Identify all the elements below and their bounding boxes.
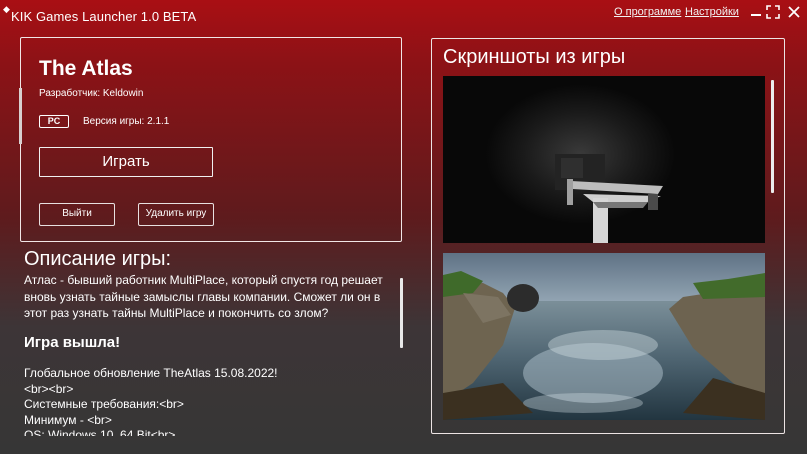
river-canyon-image (443, 253, 765, 420)
changelog: Глобальное обновление TheAtlas 15.08.202… (24, 366, 394, 436)
screenshots-heading: Скриншоты из игры (443, 46, 626, 68)
red-diamond-icon: ◆ (3, 4, 10, 14)
about-link[interactable]: О программе (614, 6, 681, 18)
dark-room-screenshot[interactable] (443, 76, 765, 243)
changelog-line: OS: Windows 10, 64 Bit<br> (24, 428, 176, 436)
changelog-line: Минимум - <br> (24, 412, 112, 427)
close-button[interactable] (786, 4, 802, 20)
card-accent-bar (19, 88, 22, 144)
play-button[interactable]: Играть (39, 147, 213, 177)
river-canyon-screenshot[interactable] (443, 253, 765, 420)
developer-label: Разработчик: Keldowin (39, 88, 144, 99)
release-heading: Игра вышла! (24, 334, 121, 351)
changelog-line: <br><br> (24, 381, 74, 396)
maximize-button[interactable] (765, 4, 781, 20)
platform-badge: PC (39, 115, 69, 128)
dark-room-image (443, 76, 765, 243)
minimize-button[interactable] (748, 4, 764, 20)
settings-link[interactable]: Настройки (685, 6, 739, 18)
changelog-line: Глобальное обновление TheAtlas 15.08.202… (24, 366, 278, 380)
game-title: The Atlas (39, 57, 133, 80)
maximize-icon (766, 5, 780, 19)
changelog-line: Системные требования:<br> (24, 397, 184, 411)
description-text: Атлас - бывший работник MultiPlace, кото… (24, 273, 383, 320)
title-bar: ◆ KIK Games Launcher 1.0 BETA О программ… (0, 0, 807, 32)
screenshots-scrollbar[interactable] (771, 80, 774, 193)
exit-button[interactable]: Выйти (39, 203, 115, 226)
description-scrollbar[interactable] (400, 278, 403, 348)
game-version: Версия игры: 2.1.1 (83, 116, 170, 127)
close-icon (788, 6, 800, 18)
app-title: KIK Games Launcher 1.0 BETA (11, 9, 197, 24)
delete-game-button[interactable]: Удалить игру (138, 203, 214, 226)
description-heading: Описание игры: (24, 248, 172, 270)
